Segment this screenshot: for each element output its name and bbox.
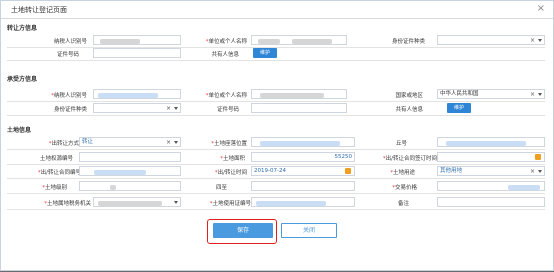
transfer-time-value: 2019-07-24 xyxy=(254,168,286,174)
transferee-unit-name-input[interactable] xyxy=(251,89,347,99)
land-cert-number-label: 土地权源编号 xyxy=(39,156,73,162)
land-grade-label: *土地级别 xyxy=(42,185,67,191)
transferee-id-type-select[interactable]: × xyxy=(93,103,181,113)
transferee-maintain-button[interactable]: 维护 xyxy=(447,103,471,113)
transferee-country-value: 中华人民共和国 xyxy=(440,91,479,97)
contract-number-label: *出/转让合同编号 xyxy=(37,170,81,176)
chevron-down-icon xyxy=(538,39,542,42)
save-button[interactable]: 保存 xyxy=(213,223,273,238)
remarks-label: 备注 xyxy=(397,201,409,207)
chevron-down-icon xyxy=(174,107,178,110)
transferee-country-select[interactable]: 中华人民共和国 × xyxy=(437,89,545,99)
price-label: *交易价格 xyxy=(392,185,417,191)
transferor-id-type-select[interactable]: × xyxy=(437,35,545,45)
remarks-input[interactable] xyxy=(437,197,545,207)
close-button[interactable]: 关闭 xyxy=(281,223,337,238)
price-input[interactable] xyxy=(437,181,545,191)
chevron-down-icon xyxy=(538,93,542,96)
tax-authority-label: *土地属地税务机关 xyxy=(44,201,91,207)
transferee-unit-name-label: *单位或个人名称 xyxy=(205,93,247,99)
transferee-co-owner-label: 共有人信息 xyxy=(395,107,423,113)
section-land: 土地信息 xyxy=(7,127,32,134)
land-use-value: 其他用地 xyxy=(440,168,463,174)
dialog-title: 土地转让登记页面 xyxy=(11,6,67,14)
land-location-input[interactable] xyxy=(251,137,355,147)
section-transferor: 转让方信息 xyxy=(7,25,38,32)
transferor-id-number-input[interactable] xyxy=(93,48,181,58)
tax-authority-select[interactable] xyxy=(93,197,181,207)
land-transfer-dialog: 土地转让登记页面 × 转让方信息 纳税人识别号 *单位或个人名称 身份证件种类 … xyxy=(0,0,554,271)
section-transferee: 承受方信息 xyxy=(7,76,38,83)
transferee-country-label: 国家或地区 xyxy=(395,93,423,99)
contract-number-input[interactable] xyxy=(79,166,181,176)
transferee-row-1: *纳税人识别号 *单位或个人名称 国家或地区 中华人民共和国 × xyxy=(7,88,545,102)
land-area-input[interactable]: 55250 xyxy=(251,152,355,162)
chevron-down-icon xyxy=(174,141,178,144)
chevron-down-icon xyxy=(538,170,542,173)
transferee-id-number-input[interactable] xyxy=(251,103,347,113)
land-location-label: *土地座落位置 xyxy=(211,141,247,147)
land-use-select[interactable]: 其他用地 × xyxy=(437,166,545,176)
transferor-taxpayer-id-label: 纳税人识别号 xyxy=(53,39,87,45)
transferor-unit-name-label: *单位或个人名称 xyxy=(205,39,247,45)
chevron-down-icon xyxy=(174,201,178,204)
clear-icon[interactable]: × xyxy=(530,168,535,175)
transferee-row-2: 身份证件种类 × 证件号码 共有人信息 维护 xyxy=(7,102,545,116)
transferee-id-type-label: 身份证件种类 xyxy=(53,107,87,113)
clear-icon[interactable]: × xyxy=(166,105,171,112)
dialog-titlebar: 土地转让登记页面 × xyxy=(1,1,553,19)
usage-cert-input[interactable] xyxy=(251,197,355,207)
transferee-taxpayer-id-label: *纳税人识别号 xyxy=(51,93,87,99)
boundary-label: 四至 xyxy=(215,185,227,191)
transferee-id-number-label: 证件号码 xyxy=(216,107,239,113)
land-row-4: *土地级别 四至 *交易价格 xyxy=(7,180,545,194)
calendar-icon[interactable] xyxy=(345,168,351,174)
transfer-method-label: *出转让方式 xyxy=(48,141,79,147)
clear-icon[interactable]: × xyxy=(530,37,535,44)
transfer-method-select[interactable]: 转让 × xyxy=(79,137,181,147)
transfer-method-value: 转让 xyxy=(82,139,94,145)
transferor-co-owner-label: 共有人信息 xyxy=(211,52,239,58)
transferor-row-1: 纳税人识别号 *单位或个人名称 身份证件种类 × xyxy=(7,34,545,48)
transferor-id-number-label: 证件号码 xyxy=(56,52,79,58)
transferee-taxpayer-id-input[interactable] xyxy=(93,89,181,99)
transferor-row-2: 证件号码 共有人信息 维护 xyxy=(7,47,545,61)
contract-sign-time-input[interactable] xyxy=(437,152,545,162)
lot-number-input[interactable] xyxy=(437,137,545,147)
land-area-label: *土地面积 xyxy=(220,156,245,162)
clear-icon[interactable]: × xyxy=(530,91,535,98)
transferor-unit-name-input[interactable] xyxy=(251,35,347,45)
land-row-3: *出/转让合同编号 *出/转让时间 2019-07-24 *土地用途 其他用地 × xyxy=(7,165,545,179)
land-row-1: *出转让方式 转让 × *土地座落位置 丘号 xyxy=(7,136,545,150)
land-row-5: *土地属地税务机关 *土地使用证编号 备注 xyxy=(7,196,545,210)
usage-cert-label: *土地使用证编号 xyxy=(209,201,251,207)
close-icon[interactable]: × xyxy=(537,3,545,14)
transferor-taxpayer-id-input[interactable] xyxy=(93,35,181,45)
transfer-time-input[interactable]: 2019-07-24 xyxy=(251,166,355,176)
land-use-label: *土地用途 xyxy=(390,170,415,176)
clear-icon[interactable]: × xyxy=(166,139,171,146)
transferor-maintain-button[interactable]: 维护 xyxy=(253,48,277,58)
lot-number-label: 丘号 xyxy=(395,141,407,147)
transferor-id-type-label: 身份证件种类 xyxy=(391,39,425,45)
contract-sign-time-label: *出/转让合同签订时间 xyxy=(382,156,437,162)
transfer-time-label: *出/转让时间 xyxy=(214,170,247,176)
land-cert-number-input[interactable] xyxy=(79,152,181,162)
land-row-2: 土地权源编号 *土地面积 55250 *出/转让合同签订时间 xyxy=(7,151,545,165)
calendar-icon[interactable] xyxy=(535,154,541,160)
boundary-input[interactable] xyxy=(251,181,355,191)
land-grade-input[interactable] xyxy=(79,181,181,191)
